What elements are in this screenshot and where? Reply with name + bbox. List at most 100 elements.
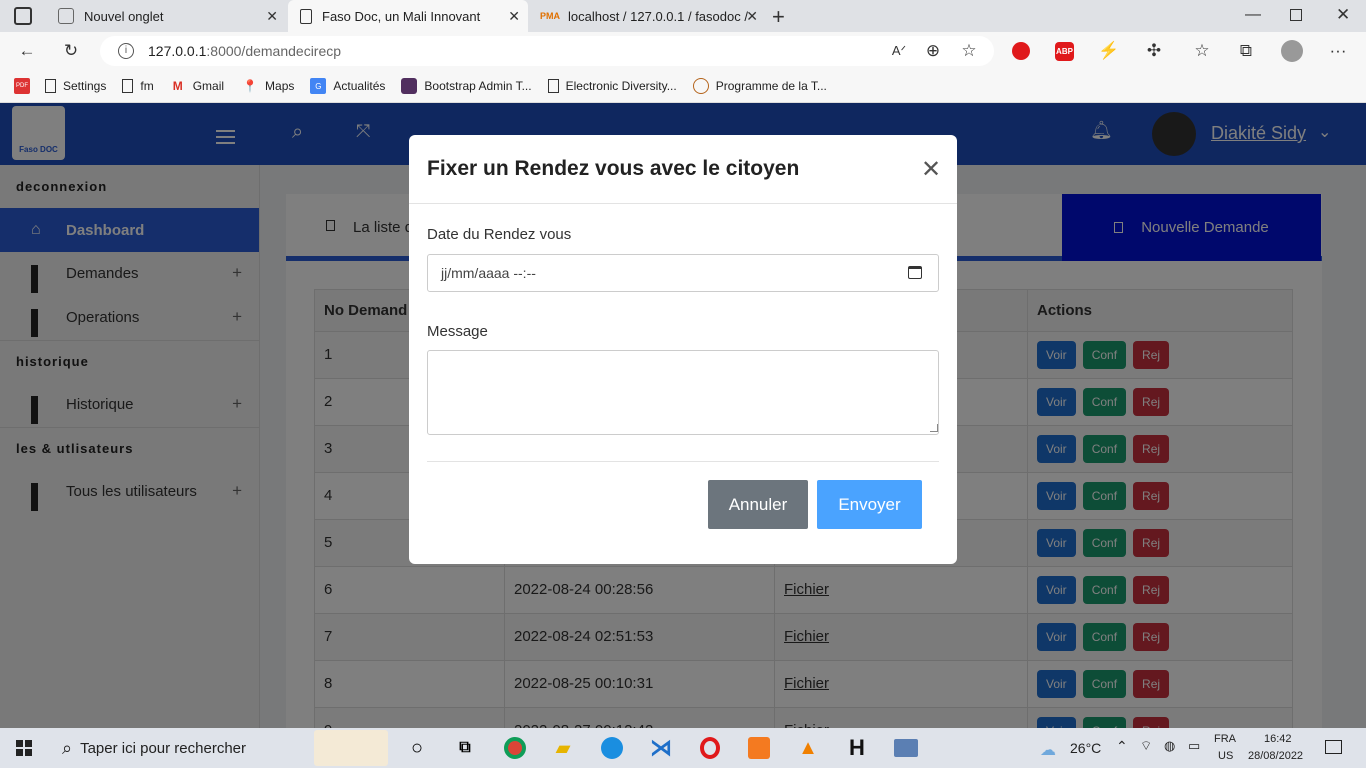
bookmark-programme[interactable]: Programme de la T... xyxy=(692,78,827,94)
calendar-icon[interactable] xyxy=(908,266,922,279)
tab-new-tab[interactable]: Nouvel onglet ✕ xyxy=(46,0,286,32)
clock-time[interactable]: 16:42 xyxy=(1264,733,1292,745)
tab-label: Nouvel onglet xyxy=(84,8,164,24)
clock-date[interactable]: 28/08/2022 xyxy=(1248,750,1303,762)
tab-fasodoc[interactable]: Faso Doc, un Mali Innovant ✕ xyxy=(288,0,528,32)
bookmark-actualites[interactable]: G Actualités xyxy=(310,78,385,94)
favorite-star-icon[interactable]: ☆ xyxy=(958,40,980,62)
language-bottom[interactable]: US xyxy=(1218,750,1233,762)
lightning-extension-icon[interactable]: ⚡ xyxy=(1098,40,1120,62)
weather-temp[interactable]: 26°C xyxy=(1070,740,1101,756)
cancel-button[interactable]: Annuler xyxy=(708,480,808,529)
refresh-icon[interactable]: ↻ xyxy=(60,40,82,62)
bootstrap-icon xyxy=(401,78,418,94)
vscode-icon[interactable]: ⋊ xyxy=(646,733,676,763)
close-icon[interactable]: ✕ xyxy=(921,155,941,184)
bookmark-pdf[interactable]: PDF xyxy=(14,78,37,94)
bookmark-electronic[interactable]: Electronic Diversity... xyxy=(547,79,677,93)
collections-icon[interactable]: ⧉ xyxy=(1235,40,1257,62)
bookmark-label: Bootstrap Admin T... xyxy=(424,79,532,93)
modal-footer-divider xyxy=(427,461,939,462)
language-top[interactable]: FRA xyxy=(1214,733,1236,745)
message-label: Message xyxy=(427,323,488,340)
site-info-icon[interactable]: i xyxy=(118,43,134,59)
tab-label: localhost / 127.0.0.1 / fasodoc / c xyxy=(568,8,748,24)
pdf-icon: PDF xyxy=(14,78,30,94)
bookmark-label: Programme de la T... xyxy=(715,79,827,93)
close-window-icon[interactable]: ✕ xyxy=(1336,5,1350,25)
search-placeholder: Taper ici pour rechercher xyxy=(80,739,247,757)
appointment-modal: Fixer un Rendez vous avec le citoyen ✕ D… xyxy=(409,135,957,564)
search-icon: ⌕ xyxy=(62,737,73,758)
edge-icon[interactable] xyxy=(597,733,627,763)
close-tab-icon[interactable]: ✕ xyxy=(266,8,278,25)
date-field[interactable]: jj/mm/aaaa --:-- xyxy=(427,254,939,292)
emblem-icon xyxy=(692,78,709,94)
restore-icon[interactable] xyxy=(1290,9,1302,21)
bookmarks-bar: PDF Settings fm M Gmail 📍 Maps G Actualités… xyxy=(0,70,1366,103)
message-textarea[interactable] xyxy=(427,350,939,435)
minimize-icon[interactable]: — xyxy=(1245,6,1261,24)
bookmark-label: Actualités xyxy=(333,79,386,93)
tab-label: Faso Doc, un Mali Innovant xyxy=(322,8,481,24)
phpmyadmin-icon: PMA xyxy=(540,11,560,21)
h-app-icon[interactable]: H xyxy=(842,733,872,763)
bookmark-gmail[interactable]: M Gmail xyxy=(170,78,224,94)
url-bar[interactable]: 127.0.0.1:8000/demandecirecp xyxy=(100,36,994,66)
bookmark-fm[interactable]: fm xyxy=(122,79,154,93)
new-tab-icon xyxy=(58,8,74,24)
bookmark-bootstrap[interactable]: Bootstrap Admin T... xyxy=(401,78,532,94)
extensions-icon[interactable]: ✣ xyxy=(1143,40,1165,62)
adblock-icon[interactable]: ABP xyxy=(1055,42,1074,61)
chrome-icon[interactable] xyxy=(500,733,530,763)
profile-avatar-icon[interactable] xyxy=(1281,40,1303,62)
network-app-icon[interactable] xyxy=(891,733,921,763)
tab-phpmyadmin[interactable]: PMA localhost / 127.0.0.1 / fasodoc / c … xyxy=(530,0,766,32)
xampp-icon[interactable] xyxy=(744,733,774,763)
vlc-icon[interactable]: ▲ xyxy=(793,733,823,763)
maps-pin-icon: 📍 xyxy=(242,79,258,93)
opera-extension-icon[interactable] xyxy=(1012,42,1030,60)
zoom-icon[interactable]: ⊕ xyxy=(922,40,944,62)
notifications-icon[interactable] xyxy=(1325,740,1342,754)
bookmark-settings[interactable]: Settings xyxy=(45,79,106,93)
weather-cloud-icon[interactable]: ☁ xyxy=(1040,740,1056,760)
cortana-icon[interactable]: ○ xyxy=(402,733,432,763)
more-menu-icon[interactable]: ··· xyxy=(1327,40,1349,62)
bookmark-label: Electronic Diversity... xyxy=(565,79,677,93)
page-icon xyxy=(45,79,56,93)
task-view-icon[interactable]: ⧉ xyxy=(450,733,480,763)
bookmark-label: Maps xyxy=(265,79,295,93)
bookmark-label: Settings xyxy=(63,79,107,93)
bookmark-label: fm xyxy=(140,79,154,93)
tab-actions-icon[interactable] xyxy=(14,7,32,25)
wifi-icon[interactable]: ⌔ xyxy=(1140,738,1152,754)
back-icon[interactable]: ← xyxy=(16,40,38,62)
tray-chevron-up-icon[interactable]: ⌃ xyxy=(1116,738,1128,755)
send-button[interactable]: Envoyer xyxy=(817,480,922,529)
modal-title: Fixer un Rendez vous avec le citoyen xyxy=(427,157,800,180)
page-icon xyxy=(300,8,312,24)
news-icon: G xyxy=(310,78,327,94)
url-host: 127.0.0.1 xyxy=(148,43,207,59)
read-aloud-icon[interactable]: Aᐟ xyxy=(888,40,910,62)
favorites-icon[interactable]: ☆ xyxy=(1191,40,1213,62)
bookmark-maps[interactable]: 📍 Maps xyxy=(242,78,295,94)
close-tab-icon[interactable]: ✕ xyxy=(508,8,520,25)
file-explorer-icon[interactable]: ▰ xyxy=(548,733,578,763)
page-icon xyxy=(122,79,134,93)
bookmark-label: Gmail xyxy=(192,79,225,93)
windows-start-icon[interactable] xyxy=(16,740,32,756)
date-value: jj/mm/aaaa --:-- xyxy=(441,265,536,281)
resize-handle-icon[interactable] xyxy=(930,424,938,432)
page-icon xyxy=(547,79,559,93)
modal-divider xyxy=(409,203,957,204)
new-tab-plus-icon[interactable]: + xyxy=(772,4,785,30)
gmail-icon: M xyxy=(172,79,183,93)
search-highlight-image xyxy=(314,730,388,766)
volume-icon[interactable]: ◍ xyxy=(1164,738,1175,754)
close-tab-icon[interactable]: ✕ xyxy=(746,8,758,25)
opera-icon[interactable] xyxy=(695,733,725,763)
battery-icon[interactable]: ▭ xyxy=(1188,738,1200,754)
date-label: Date du Rendez vous xyxy=(427,226,572,243)
